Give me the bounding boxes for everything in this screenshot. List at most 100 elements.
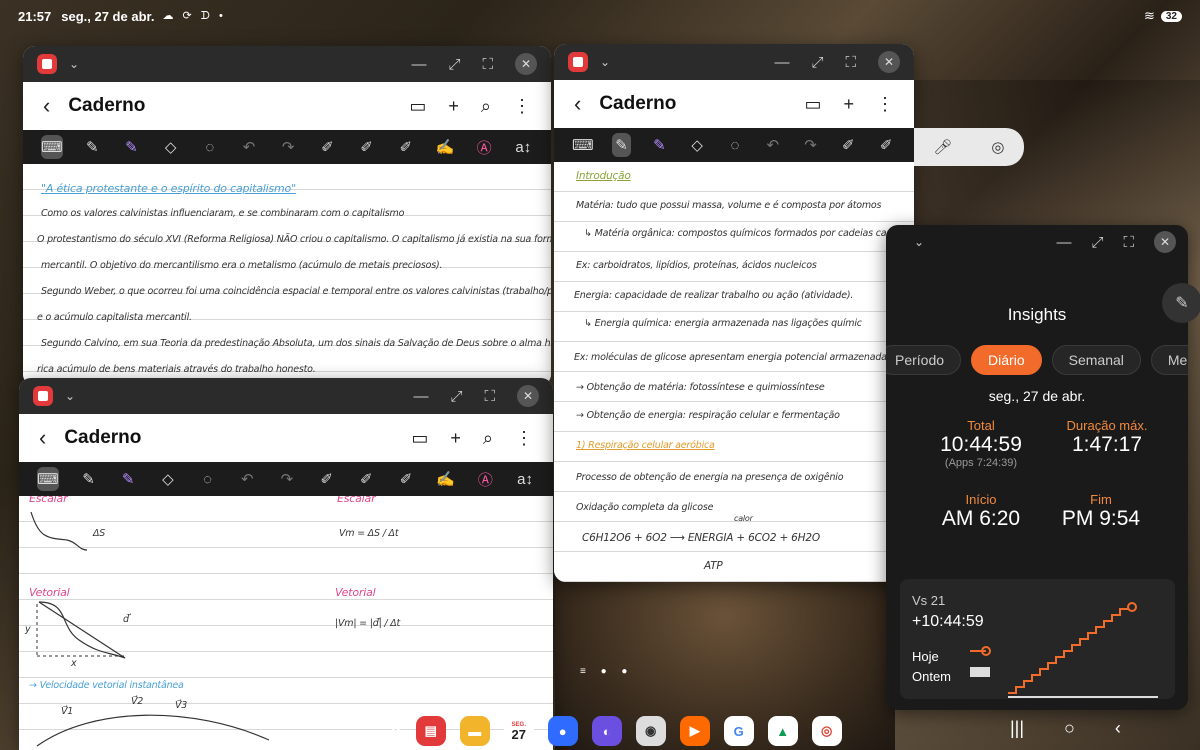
keyboard-icon[interactable]: ⌨ [41,135,63,159]
add-icon[interactable]: + [843,94,854,115]
pen-settings-icon[interactable]: ✐ [317,467,337,491]
undo-icon[interactable]: ↶ [237,467,257,491]
keyboard-icon[interactable]: ⌨ [572,133,594,157]
mic-icon[interactable]: 🎤︎ [933,138,952,156]
window-title-bar[interactable]: ⌄ — ⤢ ⛶ ✕ [886,225,1188,259]
lasso-icon[interactable]: ◌ [198,467,218,491]
eraser-icon[interactable]: ◇ [161,135,180,159]
pen-timer-icon[interactable]: ✐ [357,135,376,159]
text-style-icon[interactable]: Ⓐ [476,467,496,491]
pen-icon[interactable]: ✎ [79,467,99,491]
fullscreen-icon[interactable]: ⛶ [484,388,495,405]
note-page[interactable]: "A ética protestante e o espírito do cap… [23,164,551,386]
eraser-icon[interactable]: ◇ [158,467,178,491]
add-icon[interactable]: + [450,428,461,449]
notebook-window-3[interactable]: ⌄ — ⤢ ⛶ ✕ ‹ Caderno ▭ + ⋮ ⌨ ✎ ✎ ◇ ◌ ↶ ↷ … [554,44,914,582]
pen-settings-icon[interactable]: ✐ [838,133,858,157]
play-app-icon[interactable]: ▶ [679,716,710,746]
close-icon[interactable]: ✕ [515,53,537,75]
google-app-icon[interactable]: G [723,716,754,746]
folder-app-icon[interactable]: ▬ [459,716,490,746]
text-size-icon[interactable]: a↕ [515,467,535,491]
brush-icon[interactable]: ✍ [436,467,456,491]
pen-icon[interactable]: ✎ [83,135,102,159]
book-icon[interactable]: ▭ [804,94,821,115]
search-icon[interactable]: ⌕ [483,428,493,449]
comparison-card[interactable]: Vs 21 +10:44:59 Hoje Ontem [900,579,1175,699]
notebook-window-1[interactable]: ⌄ — ⤢ ⛶ ✕ ‹ Caderno ▭ + ⌕ ⋮ ⌨ ✎ ✎ ◇ ◌ ↶ … [23,46,551,386]
minimize-icon[interactable]: — [774,54,789,71]
chevron-down-icon[interactable]: ⌄ [600,55,610,69]
back-icon[interactable]: ‹ [39,425,46,451]
minimize-icon[interactable]: — [413,388,428,405]
notes-app-icon[interactable]: ▤ [415,716,446,746]
pen-timer-icon[interactable]: ✐ [876,133,896,157]
search-bar-fragment[interactable]: 🎤︎ ◎ [914,128,1024,166]
lasso-icon[interactable]: ◌ [725,133,745,157]
drive-app-icon[interactable]: ▲ [767,716,798,746]
browser-app-icon[interactable]: ◐ [591,716,622,746]
redo-icon[interactable]: ↷ [277,467,297,491]
maximize-icon[interactable]: ⤢ [1091,234,1103,251]
lens-icon[interactable]: ◎ [991,138,1004,156]
pen-icon[interactable]: ✎ [611,133,632,157]
text-style-icon[interactable]: Ⓐ [475,135,494,159]
pen-up-icon[interactable]: ✐ [396,467,416,491]
more-icon[interactable]: ⋮ [515,428,533,449]
notebook-window-2[interactable]: ⌄ — ⤢ ⛶ ✕ ‹ Caderno ▭ + ⌕ ⋮ ⌨ ✎ ✎ ◇ ◌ ↶ … [19,378,553,750]
pen-shortcut-button[interactable]: ✎ [1162,283,1200,323]
minimize-icon[interactable]: — [1056,234,1071,251]
chevron-down-icon[interactable]: ⌄ [65,389,75,403]
pen-timer-icon[interactable]: ✐ [356,467,376,491]
close-icon[interactable]: ✕ [517,385,539,407]
brush-icon[interactable]: ✍ [435,135,455,159]
redo-icon[interactable]: ↷ [279,135,298,159]
calendar-app-icon[interactable]: SEG. 27 [503,716,534,746]
close-icon[interactable]: ✕ [878,51,900,73]
add-icon[interactable]: + [448,96,459,117]
back-icon[interactable]: ‹ [574,91,581,117]
fullscreen-icon[interactable]: ⛶ [845,54,856,71]
more-icon[interactable]: ⋮ [876,94,894,115]
more-icon[interactable]: ⋮ [513,96,531,117]
tab-mensal[interactable]: Men [1150,345,1188,375]
book-icon[interactable]: ▭ [411,428,428,449]
highlighter-icon[interactable]: ✎ [122,135,141,159]
apps-grid-icon[interactable]: ⠿ [390,721,402,741]
minimize-icon[interactable]: — [411,56,426,73]
window-title-bar[interactable]: ⌄ — ⤢ ⛶ ✕ [19,378,553,414]
tab-diario[interactable]: Diário [971,345,1042,375]
close-icon[interactable]: ✕ [1154,231,1176,253]
undo-icon[interactable]: ↶ [239,135,258,159]
window-title-bar[interactable]: ⌄ — ⤢ ⛶ ✕ [554,44,914,80]
highlighter-icon[interactable]: ✎ [649,133,669,157]
lasso-icon[interactable]: ◌ [200,135,219,159]
recents-icon[interactable]: ||| [1010,718,1024,739]
fullscreen-icon[interactable]: ⛶ [1123,234,1134,251]
maximize-icon[interactable]: ⤢ [448,56,460,73]
undo-icon[interactable]: ↶ [763,133,783,157]
search-icon[interactable]: ⌕ [481,96,491,117]
redo-icon[interactable]: ↷ [801,133,821,157]
book-icon[interactable]: ▭ [409,96,426,117]
text-size-icon[interactable]: a↕ [514,135,533,159]
maximize-icon[interactable]: ⤢ [811,54,823,71]
insights-window[interactable]: ⌄ — ⤢ ⛶ ✕ Insights Período Diário Semana… [886,225,1188,710]
chevron-down-icon[interactable]: ⌄ [914,235,924,249]
eraser-icon[interactable]: ◇ [687,133,707,157]
back-icon[interactable]: ‹ [43,93,50,119]
keyboard-icon[interactable]: ⌨ [37,467,59,491]
note-page[interactable]: Introdução Matéria: tudo que possui mass… [554,162,914,582]
highlighter-icon[interactable]: ✎ [118,467,138,491]
chrome-app-icon[interactable]: ◎ [811,716,842,746]
tab-semanal[interactable]: Semanal [1051,345,1141,375]
home-icon[interactable]: ○ [1064,718,1075,739]
tab-periodo[interactable]: Período [886,345,962,375]
window-title-bar[interactable]: ⌄ — ⤢ ⛶ ✕ [23,46,551,82]
camera-app-icon[interactable]: ◉ [635,716,666,746]
maximize-icon[interactable]: ⤢ [450,388,462,405]
back-nav-icon[interactable]: ‹ [1115,718,1121,739]
chevron-down-icon[interactable]: ⌄ [69,57,79,71]
pen-settings-icon[interactable]: ✐ [318,135,337,159]
messages-app-icon[interactable]: ● [547,716,578,746]
